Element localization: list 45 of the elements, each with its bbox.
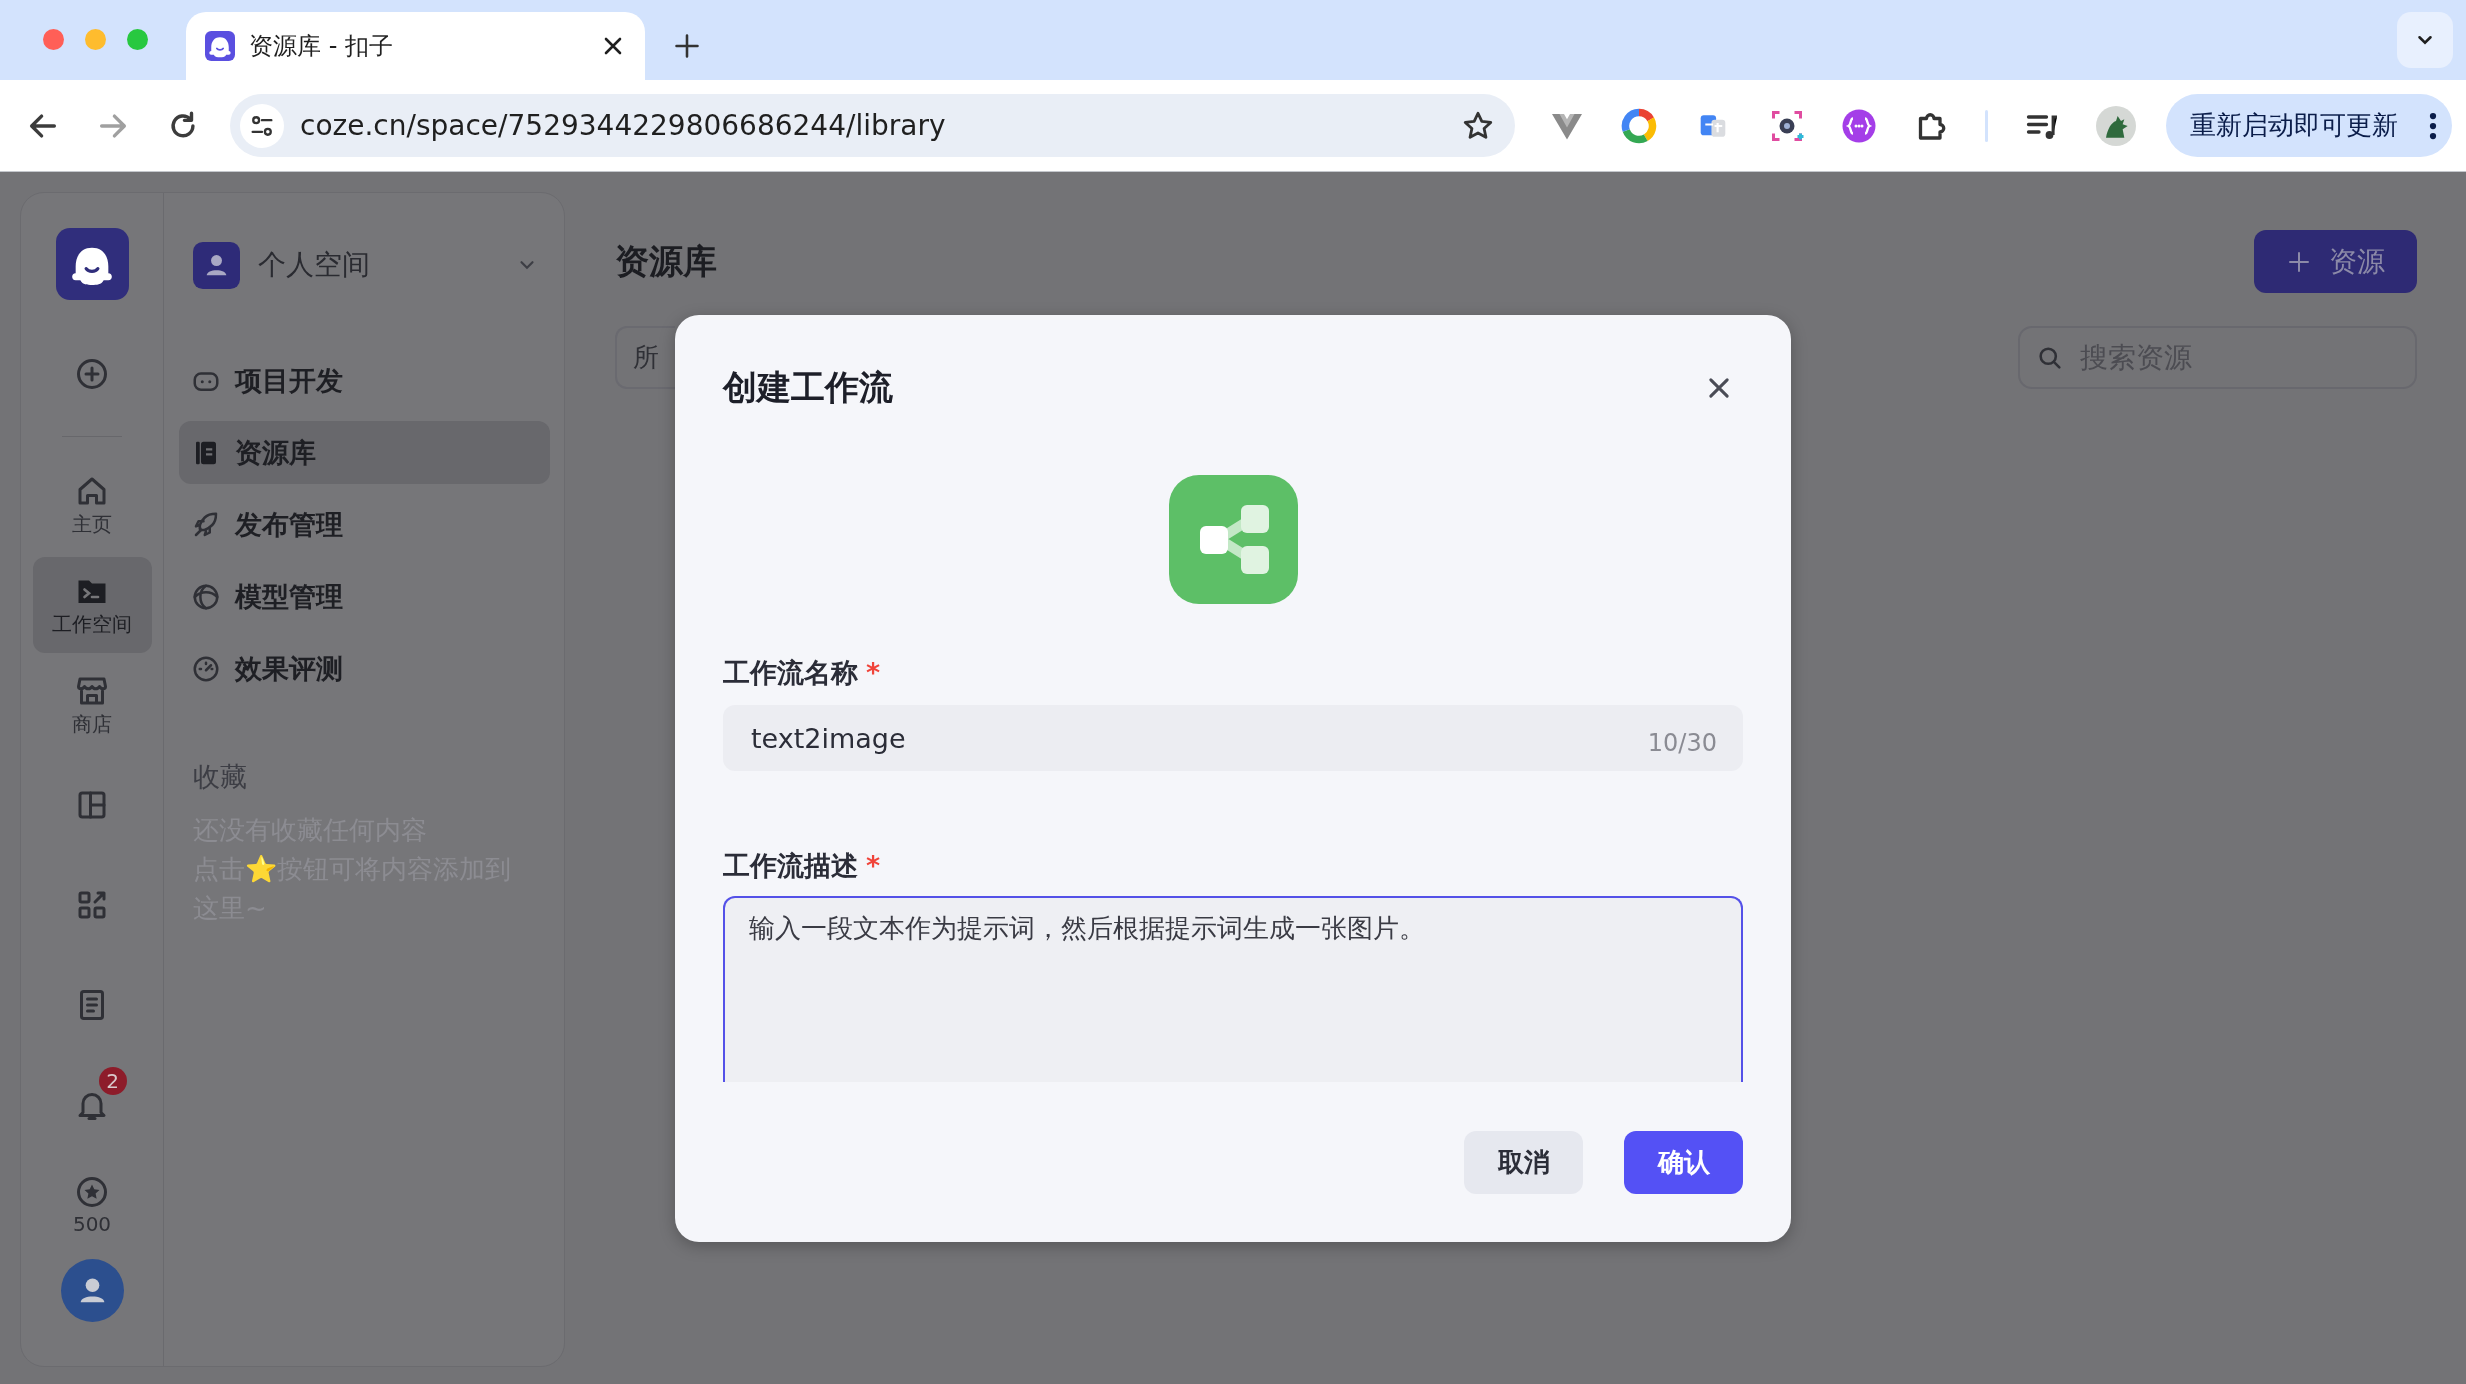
workspace-name: 个人空间 — [258, 247, 371, 283]
menu-item[interactable]: 项目开发 — [179, 349, 550, 412]
dialog-title: 创建工作流 — [723, 366, 893, 409]
page-title: 资源库 — [615, 239, 717, 283]
star-circle-icon — [74, 1174, 110, 1210]
character-counter: 10/30 — [1647, 729, 1717, 757]
required-mark: * — [866, 656, 881, 690]
required-mark: * — [866, 849, 881, 883]
plus-circle-icon — [74, 356, 110, 392]
section-heading: 收藏 — [193, 760, 248, 794]
workspace-selector[interactable]: 个人空间 — [179, 237, 550, 293]
url-text: coze.cn/space/7529344229806686244/library — [300, 109, 947, 142]
site-info-button[interactable] — [240, 103, 284, 148]
nav-item[interactable]: 500 — [32, 1157, 152, 1253]
field-label: 工作流描述 — [723, 849, 858, 883]
description-field[interactable]: 输入一段文本作为提示词，然后根据提示词生成一张图片。 — [723, 896, 1743, 1082]
update-button[interactable]: 重新启动即可更新 — [2166, 94, 2452, 157]
menu-item[interactable]: 效果评测 — [179, 637, 550, 700]
tab-title: 资源库 - 扣子 — [249, 31, 394, 62]
profile-avatar-icon[interactable] — [2096, 105, 2136, 146]
plus-icon — [2286, 249, 2311, 274]
field-label: 工作流名称 — [723, 656, 858, 690]
address-bar[interactable]: coze.cn/space/7529344229806686244/library — [230, 94, 1515, 157]
nav-item[interactable]: 主页 — [32, 457, 152, 553]
notification-badge: 2 — [98, 1067, 127, 1095]
braces-icon[interactable] — [1841, 107, 1877, 144]
menu-item[interactable]: 资源库 — [179, 421, 550, 484]
browser-tab[interactable]: 资源库 - 扣子 — [186, 12, 645, 80]
nav-item[interactable]: 工作空间 — [32, 557, 152, 653]
menu-item[interactable]: 发布管理 — [179, 493, 550, 556]
workflow-icon — [1168, 475, 1298, 604]
confirm-button[interactable]: 确认 — [1624, 1131, 1743, 1194]
add-resource-button[interactable]: 资源 — [2254, 230, 2417, 293]
update-label: 重新启动即可更新 — [2190, 109, 2398, 142]
menu-item[interactable]: 模型管理 — [179, 565, 550, 628]
cancel-button[interactable]: 取消 — [1464, 1131, 1583, 1194]
user-icon — [193, 241, 240, 289]
more-icon[interactable] — [2428, 110, 2438, 141]
nav-item[interactable]: 商店 — [32, 657, 152, 753]
new-tab-icon[interactable] — [673, 32, 701, 60]
app-logo-icon — [205, 31, 235, 61]
user-avatar[interactable] — [60, 1259, 124, 1322]
nav-icon-button[interactable]: 2 — [32, 1057, 152, 1153]
ring-icon[interactable] — [1621, 107, 1657, 144]
app-logo[interactable] — [55, 228, 129, 300]
